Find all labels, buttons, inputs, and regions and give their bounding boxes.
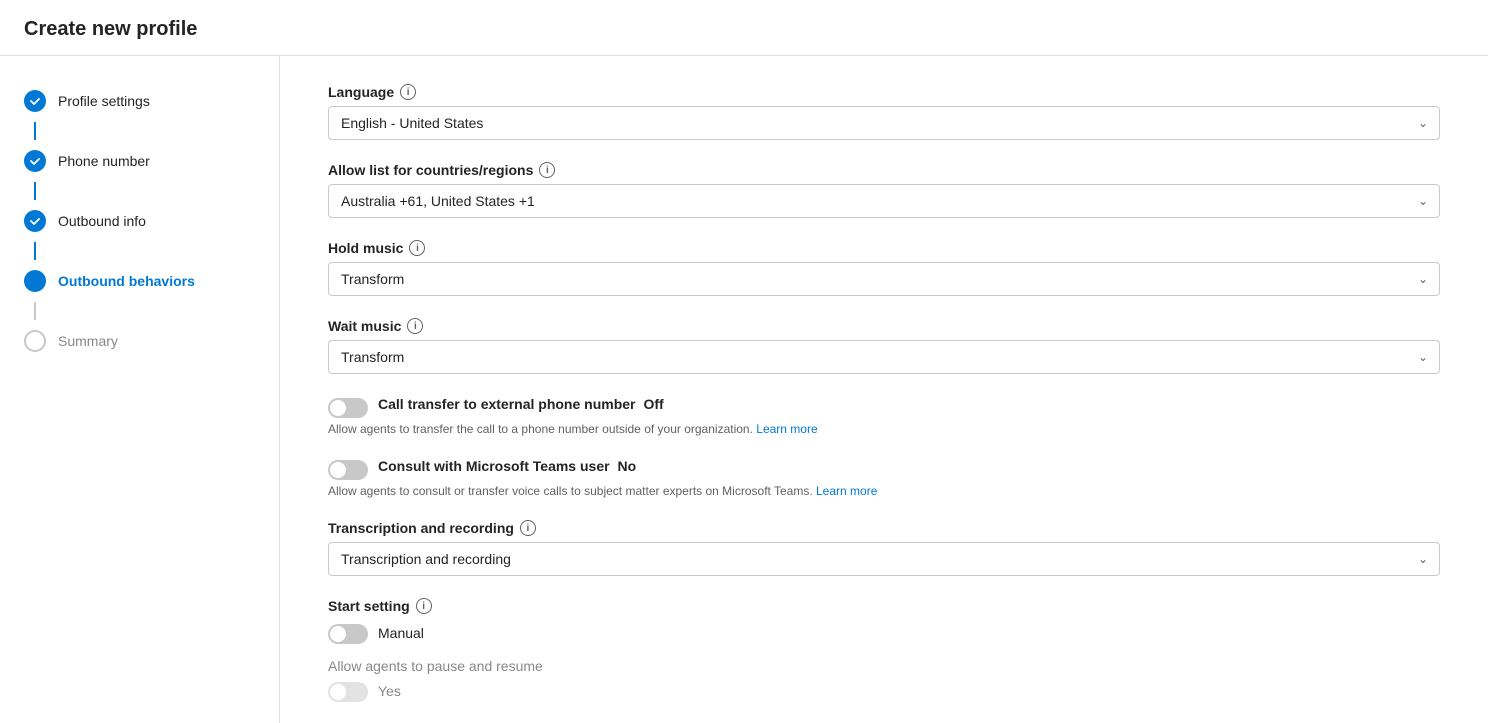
start-setting-toggle-row: Manual	[328, 622, 1440, 644]
call-transfer-toggle-row: Call transfer to external phone number O…	[328, 396, 1440, 418]
main-content: Language i English - United States ⌄ All…	[280, 56, 1488, 723]
allow-agents-toggle[interactable]	[328, 682, 368, 702]
sidebar-label-outbound-info: Outbound info	[58, 213, 146, 229]
page-title: Create new profile	[24, 18, 1464, 41]
start-setting-toggle[interactable]	[328, 624, 368, 644]
sidebar-item-outbound-info[interactable]: Outbound info	[0, 200, 279, 242]
allow-agents-row: Allow agents to pause and resume	[328, 658, 1440, 674]
transcription-select[interactable]: Transcription and recording	[328, 542, 1440, 576]
allow-agents-toggle-row: Yes	[328, 680, 1440, 702]
consult-desc: Allow agents to consult or transfer voic…	[328, 484, 1440, 498]
allow-list-select[interactable]: Australia +61, United States +1	[328, 184, 1440, 218]
step-circle-outbound-behaviors	[24, 270, 46, 292]
allow-agents-label: Allow agents to pause and resume	[328, 658, 543, 674]
hold-music-group: Hold music i Transform ⌄	[328, 240, 1440, 296]
start-setting-value: Manual	[378, 625, 424, 641]
sidebar: Profile settings Phone number Outbound i…	[0, 56, 280, 723]
start-setting-group: Start setting i Manual Allow agents to p…	[328, 598, 1440, 702]
hold-music-select-wrapper: Transform ⌄	[328, 262, 1440, 296]
allow-list-group: Allow list for countries/regions i Austr…	[328, 162, 1440, 218]
step-circle-profile	[24, 90, 46, 112]
transcription-label: Transcription and recording i	[328, 520, 1440, 536]
consult-toggle-row: Consult with Microsoft Teams user No	[328, 458, 1440, 480]
start-setting-info-icon[interactable]: i	[416, 598, 432, 614]
call-transfer-title: Call transfer to external phone number	[378, 396, 636, 412]
language-label: Language i	[328, 84, 1440, 100]
connector-1	[34, 122, 36, 140]
sidebar-item-summary[interactable]: Summary	[0, 320, 279, 362]
call-transfer-desc: Allow agents to transfer the call to a p…	[328, 422, 1440, 436]
transcription-info-icon[interactable]: i	[520, 520, 536, 536]
hold-music-info-icon[interactable]: i	[409, 240, 425, 256]
consult-group: Consult with Microsoft Teams user No All…	[328, 458, 1440, 498]
allow-list-info-icon[interactable]: i	[539, 162, 555, 178]
call-transfer-status: Off	[644, 396, 664, 412]
allow-list-label: Allow list for countries/regions i	[328, 162, 1440, 178]
consult-toggle[interactable]	[328, 460, 368, 480]
call-transfer-toggle[interactable]	[328, 398, 368, 418]
hold-music-select[interactable]: Transform	[328, 262, 1440, 296]
transcription-group: Transcription and recording i Transcript…	[328, 520, 1440, 576]
sidebar-label-phone-number: Phone number	[58, 153, 150, 169]
sidebar-label-profile-settings: Profile settings	[58, 93, 150, 109]
call-transfer-label-group: Call transfer to external phone number O…	[378, 396, 664, 412]
start-setting-label: Start setting i	[328, 598, 1440, 614]
sidebar-item-profile-settings[interactable]: Profile settings	[0, 80, 279, 122]
call-transfer-learn-more-link[interactable]: Learn more	[756, 422, 817, 436]
consult-label-group: Consult with Microsoft Teams user No	[378, 458, 636, 474]
language-select[interactable]: English - United States	[328, 106, 1440, 140]
sidebar-item-phone-number[interactable]: Phone number	[0, 140, 279, 182]
consult-title: Consult with Microsoft Teams user	[378, 458, 610, 474]
connector-4	[34, 302, 36, 320]
transcription-select-wrapper: Transcription and recording ⌄	[328, 542, 1440, 576]
allow-agents-toggle-status: Yes	[378, 683, 401, 699]
wait-music-group: Wait music i Transform ⌄	[328, 318, 1440, 374]
sidebar-label-summary: Summary	[58, 333, 118, 349]
wait-music-label: Wait music i	[328, 318, 1440, 334]
sidebar-label-outbound-behaviors: Outbound behaviors	[58, 273, 195, 289]
wait-music-info-icon[interactable]: i	[407, 318, 423, 334]
connector-2	[34, 182, 36, 200]
sidebar-item-outbound-behaviors[interactable]: Outbound behaviors	[0, 260, 279, 302]
language-select-wrapper: English - United States ⌄	[328, 106, 1440, 140]
connector-3	[34, 242, 36, 260]
step-circle-summary	[24, 330, 46, 352]
wait-music-select[interactable]: Transform	[328, 340, 1440, 374]
consult-learn-more-link[interactable]: Learn more	[816, 484, 877, 498]
step-circle-phone	[24, 150, 46, 172]
step-circle-outbound-info	[24, 210, 46, 232]
consult-status: No	[618, 458, 637, 474]
language-group: Language i English - United States ⌄	[328, 84, 1440, 140]
wait-music-select-wrapper: Transform ⌄	[328, 340, 1440, 374]
call-transfer-group: Call transfer to external phone number O…	[328, 396, 1440, 436]
language-info-icon[interactable]: i	[400, 84, 416, 100]
hold-music-label: Hold music i	[328, 240, 1440, 256]
allow-list-select-wrapper: Australia +61, United States +1 ⌄	[328, 184, 1440, 218]
